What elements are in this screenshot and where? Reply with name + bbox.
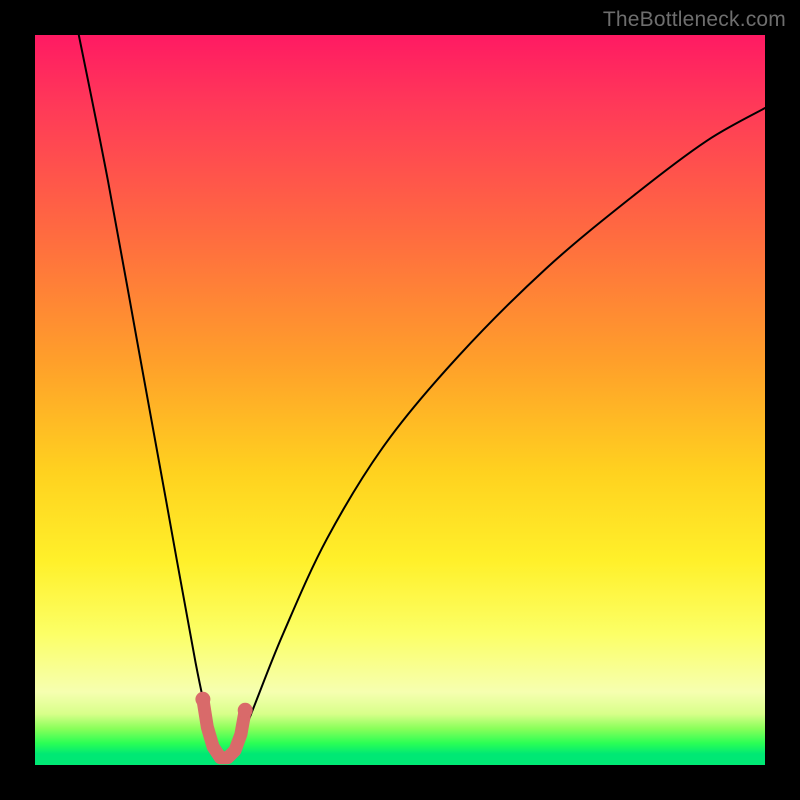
chart-frame: TheBottleneck.com xyxy=(0,0,800,800)
optimal-range-dot xyxy=(195,692,210,707)
bottleneck-curve xyxy=(79,35,765,761)
plot-area xyxy=(35,35,765,765)
chart-svg xyxy=(35,35,765,765)
watermark-text: TheBottleneck.com xyxy=(603,8,786,32)
optimal-range-dot xyxy=(238,703,253,718)
